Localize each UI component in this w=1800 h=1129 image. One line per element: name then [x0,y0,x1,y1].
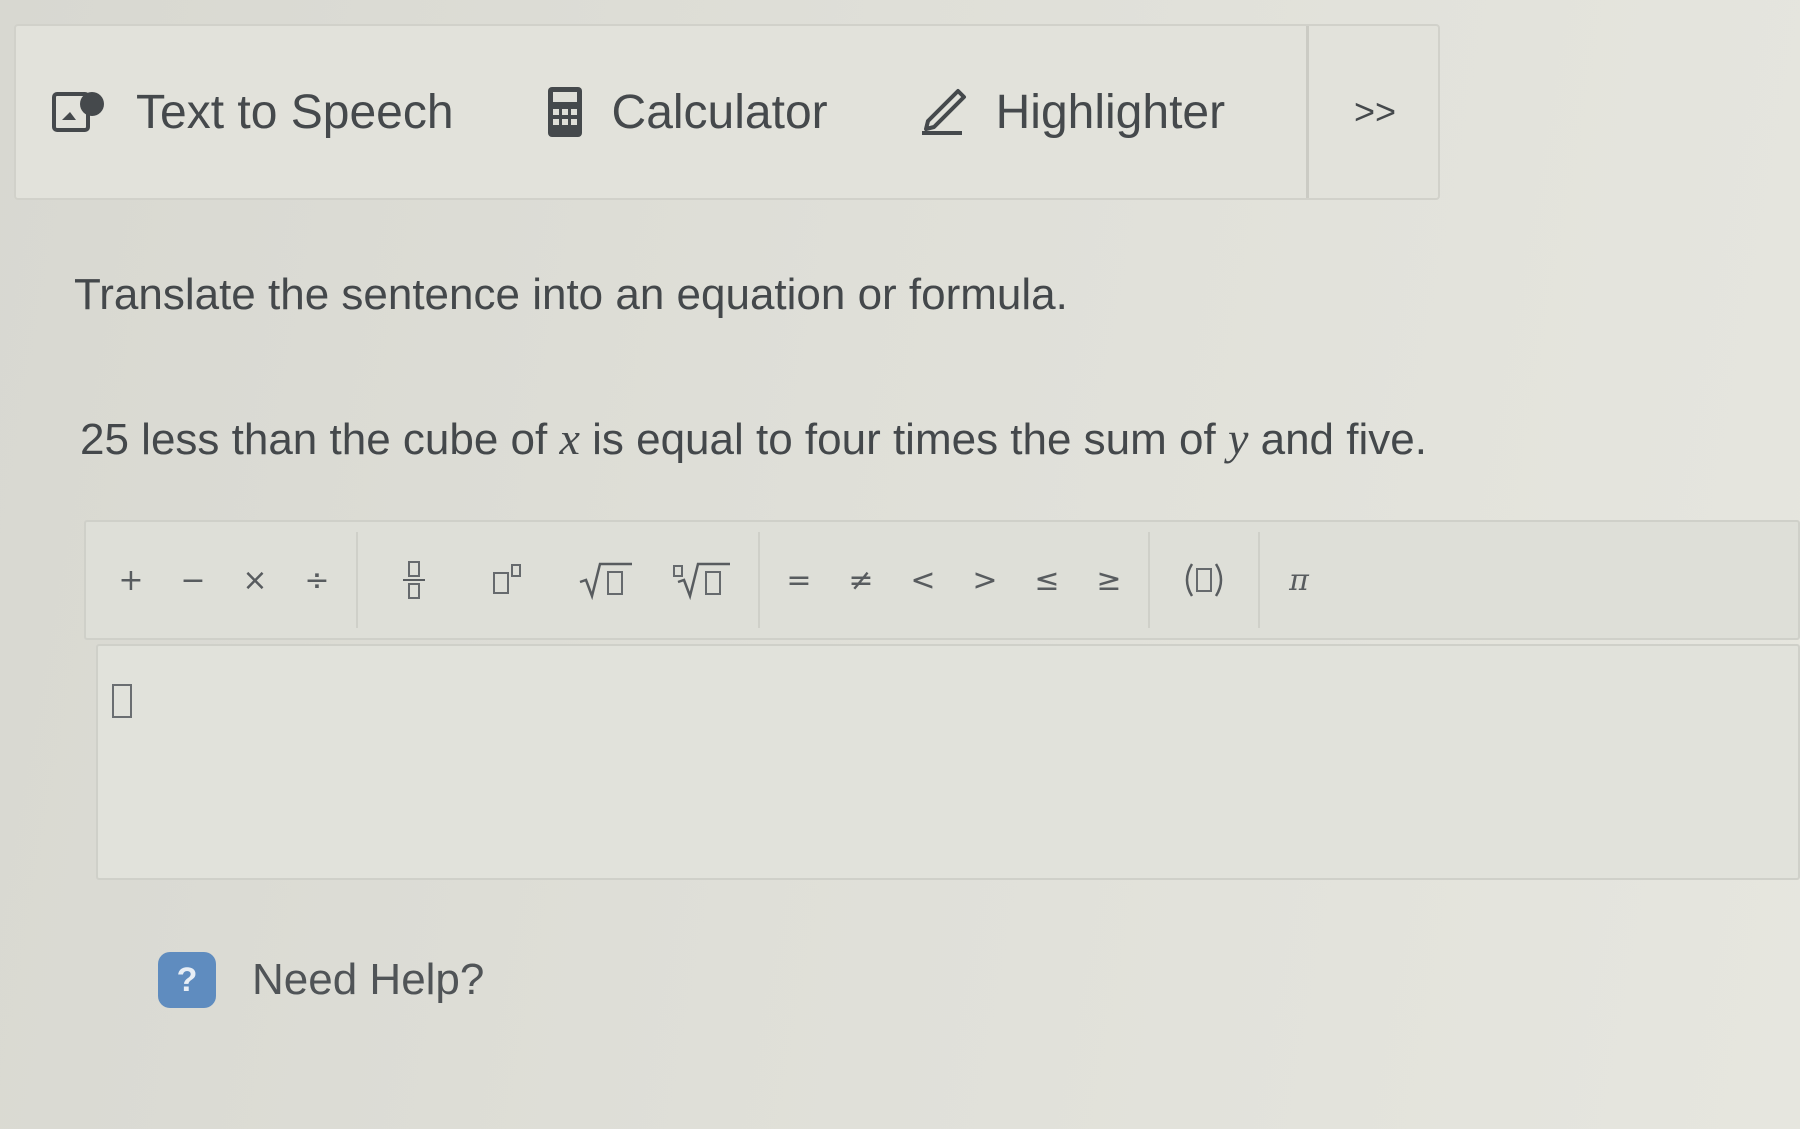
plus-button[interactable]: + [100,540,162,620]
need-help-label: Need Help? [252,955,485,1004]
exponent-icon [493,564,521,594]
less-equal-button[interactable]: ≤ [1016,540,1078,620]
text-to-speech-button[interactable]: Text to Speech [52,26,454,198]
not-equal-button[interactable]: ≠ [830,540,892,620]
speaker-icon [52,90,108,134]
answer-input[interactable] [96,644,1800,880]
divide-button[interactable]: ÷ [286,540,348,620]
greater-than-button[interactable]: > [954,540,1016,620]
nth-root-button[interactable] [654,540,750,620]
less-than-button[interactable]: < [892,540,954,620]
palette-divider [1148,532,1150,628]
minus-button[interactable]: − [162,540,224,620]
more-tools-button[interactable]: >> [1310,26,1440,198]
fraction-button[interactable] [366,540,462,620]
pi-button[interactable]: π [1268,540,1330,620]
parentheses-icon [1185,563,1223,597]
palette-divider [1258,532,1260,628]
need-help-button[interactable]: ? Need Help? [158,952,484,1008]
times-button[interactable]: × [224,540,286,620]
problem-part: and five. [1248,415,1427,464]
highlighter-label: Highlighter [995,85,1226,139]
parentheses-button[interactable] [1158,540,1250,620]
page: Text to Speech Calculator Highlighter >>… [0,0,1800,1129]
square-root-button[interactable] [558,540,654,620]
highlighter-button[interactable]: Highlighter [918,26,1225,198]
help-icon: ? [158,952,216,1008]
variable-y: y [1227,413,1249,464]
problem-text: 25 less than the cube of x is equal to f… [80,412,1427,465]
pen-icon [918,87,968,137]
answer-placeholder-box [112,684,132,718]
problem-part: 25 less than the cube of [80,415,560,464]
calculator-button[interactable]: Calculator [546,26,828,198]
math-palette: + − × ÷ = ≠ < > ≤ ≥ π [84,520,1800,640]
instruction-text: Translate the sentence into an equation … [74,270,1068,319]
text-to-speech-label: Text to Speech [136,85,454,139]
tools-toolbar: Text to Speech Calculator Highlighter >> [14,24,1440,200]
nth-root-icon [673,562,730,600]
fraction-icon [403,561,425,599]
problem-part: is equal to four times the sum of [579,415,1228,464]
greater-equal-button[interactable]: ≥ [1078,540,1140,620]
toolbar-divider [1306,26,1309,198]
palette-divider [356,532,358,628]
variable-x: x [559,413,580,464]
square-root-icon [579,562,632,600]
calculator-icon [546,85,584,139]
calculator-label: Calculator [611,85,828,139]
equals-button[interactable]: = [768,540,830,620]
palette-divider [758,532,760,628]
exponent-button[interactable] [462,540,558,620]
